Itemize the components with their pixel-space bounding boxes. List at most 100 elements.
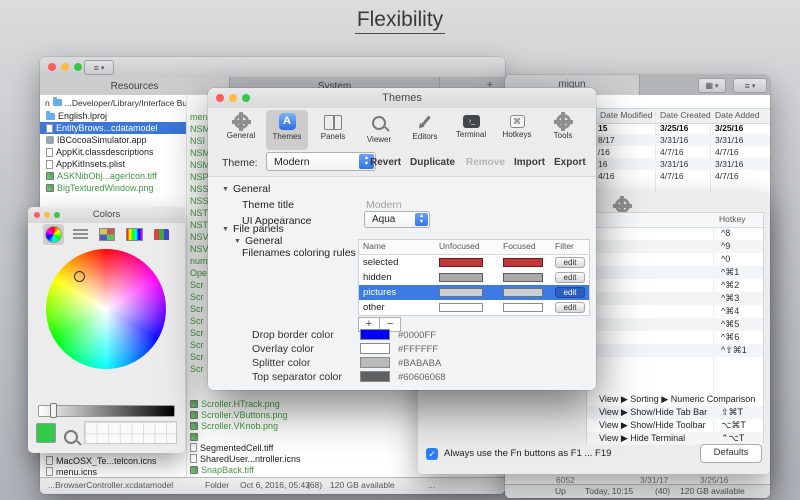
tree-node-general[interactable]: General [222,183,270,195]
window-controls[interactable] [34,212,60,218]
ui-appearance-select[interactable]: Aqua [364,211,430,228]
edit-button[interactable]: edit [555,287,585,298]
magnifier-icon[interactable] [64,427,78,444]
brightness-slider[interactable] [38,405,175,417]
list-item[interactable]: menu.icns [40,466,186,477]
grid-view-button[interactable] [698,78,726,93]
hotkey-row[interactable]: ^⌘2 [587,279,763,292]
view-mode-button[interactable] [84,60,114,75]
color-wheel[interactable] [46,249,166,369]
drop-border-color-swatch[interactable] [360,329,390,340]
list-item[interactable]: MacOSX_Te...telcon.icns [40,455,186,466]
edit-button[interactable]: edit [555,302,585,313]
unfocused-swatch[interactable] [439,258,483,267]
close-button[interactable] [34,212,40,218]
list-item[interactable]: ASKNibObj...agerIcon.tiff [40,170,186,182]
defaults-button[interactable]: Defaults [700,444,762,463]
close-button[interactable] [48,63,56,71]
zoom-button[interactable] [242,94,250,102]
list-item[interactable]: AppKit.classdescriptions [40,146,186,158]
hotkey-row[interactable]: ^⌘4 [587,305,763,318]
hotkey-row[interactable]: ^8 [587,227,763,240]
hotkey-row[interactable]: ^⌘5 [587,318,763,331]
close-button[interactable] [216,94,224,102]
menu-action-row[interactable]: View ▶ Show/Hide Tab Bar ⇧⌘T [587,406,763,419]
hotkey-row[interactable]: ^⇧⌘1 [587,344,763,357]
menu-action-row[interactable]: View ▶ Show/Hide Toolbar ⌥⌘T [587,419,763,432]
list-item[interactable]: AppKitInsets.plist [40,158,186,170]
color-wheel-tab[interactable] [42,223,64,245]
focused-swatch[interactable] [503,288,543,297]
column-date-created[interactable]: Date Created [660,109,711,122]
toolbar-item-terminal[interactable]: Terminal [450,110,492,150]
list-item-selected[interactable]: EntityBrows...cdatamodel [40,122,186,134]
hotkey-value: ^⌘3 [721,293,740,303]
toolbar-item-tools[interactable]: Tools [542,110,584,150]
overlay-color-swatch[interactable] [360,343,390,354]
crayons-tab[interactable] [152,227,171,242]
theme-select[interactable]: Modern [266,152,376,171]
spectrum-tab[interactable] [124,226,145,243]
status-time: Today, 10:15 [585,486,634,496]
hotkey-row[interactable]: ^9 [587,240,763,253]
status-date: Oct 6, 2016, 05:43 [240,480,310,490]
hotkey-column-header[interactable]: Hotkey [587,213,763,228]
gear-icon [231,112,251,131]
splitter-color-swatch[interactable] [360,357,390,368]
revert-button[interactable]: Revert [370,157,401,168]
edit-button[interactable]: edit [555,257,585,268]
menu-action-row[interactable]: View ▶ Sorting ▶ Numeric Comparison [587,393,763,406]
color-picker-crosshair[interactable] [74,271,85,282]
list-view-button[interactable] [733,78,767,93]
window-controls[interactable] [216,94,250,102]
status-count: (68) [307,480,323,490]
table-row[interactable]: other edit [359,300,589,315]
unfocused-swatch[interactable] [439,273,483,282]
top-separator-color-swatch[interactable] [360,371,390,382]
table-row[interactable]: selected edit [359,255,589,270]
hotkey-row[interactable]: ^⌘1 [587,266,763,279]
list-item[interactable]: English.lproj [40,110,186,122]
hotkey-row[interactable]: ^0 [587,253,763,266]
sliders-tab[interactable] [71,226,90,242]
toolbar-item-hotkeys[interactable]: Hotkeys [496,110,538,150]
brightness-slider-knob[interactable] [50,403,57,418]
zoom-button[interactable] [54,212,60,218]
minimize-button[interactable] [229,94,237,102]
focused-swatch[interactable] [503,273,543,282]
breadcrumb[interactable]: n ...Developer/Library/Interface Builder [40,95,186,110]
hotkey-row[interactable]: ^⌘3 [587,292,763,305]
swatch-grid[interactable] [84,421,177,444]
minimize-button[interactable] [44,212,50,218]
zoom-button[interactable] [74,63,82,71]
column-date-modified[interactable]: Date Modified [600,109,652,122]
edit-button[interactable]: edit [555,272,585,283]
tree-node-general-2[interactable]: General [234,235,282,247]
toolbar-item-panels[interactable]: Panels [312,110,354,150]
list-item[interactable]: IBCocoaSimulator.app [40,134,186,146]
toolbar-item-general[interactable]: General [220,110,262,150]
remove-button[interactable]: Remove [466,157,505,168]
current-color-swatch[interactable] [36,423,56,443]
window-controls[interactable] [48,63,82,71]
toolbar-item-viewer[interactable]: Viewer [358,110,400,150]
fn-keys-checkbox[interactable] [426,448,438,460]
import-button[interactable]: Import [514,157,545,168]
tab-resources[interactable]: Resources [40,77,230,95]
unfocused-swatch[interactable] [439,288,483,297]
toolbar-item-themes[interactable]: Themes [266,110,308,150]
hotkey-row[interactable]: ^⌘6 [587,331,763,344]
minimize-button[interactable] [61,63,69,71]
table-row-selected[interactable]: pictures edit [359,285,589,300]
table-row[interactable]: hidden edit [359,270,589,285]
list-item[interactable]: BigTexturedWindow.png [40,182,186,194]
export-button[interactable]: Export [554,157,586,168]
palette-tab[interactable] [97,226,117,243]
unfocused-swatch[interactable] [439,303,483,312]
duplicate-button[interactable]: Duplicate [410,157,455,168]
tree-node-file-panels[interactable]: File panels [222,223,284,235]
focused-swatch[interactable] [503,303,543,312]
focused-swatch[interactable] [503,258,543,267]
toolbar-item-editors[interactable]: Editors [404,110,446,150]
column-date-added[interactable]: Date Added [715,109,759,122]
